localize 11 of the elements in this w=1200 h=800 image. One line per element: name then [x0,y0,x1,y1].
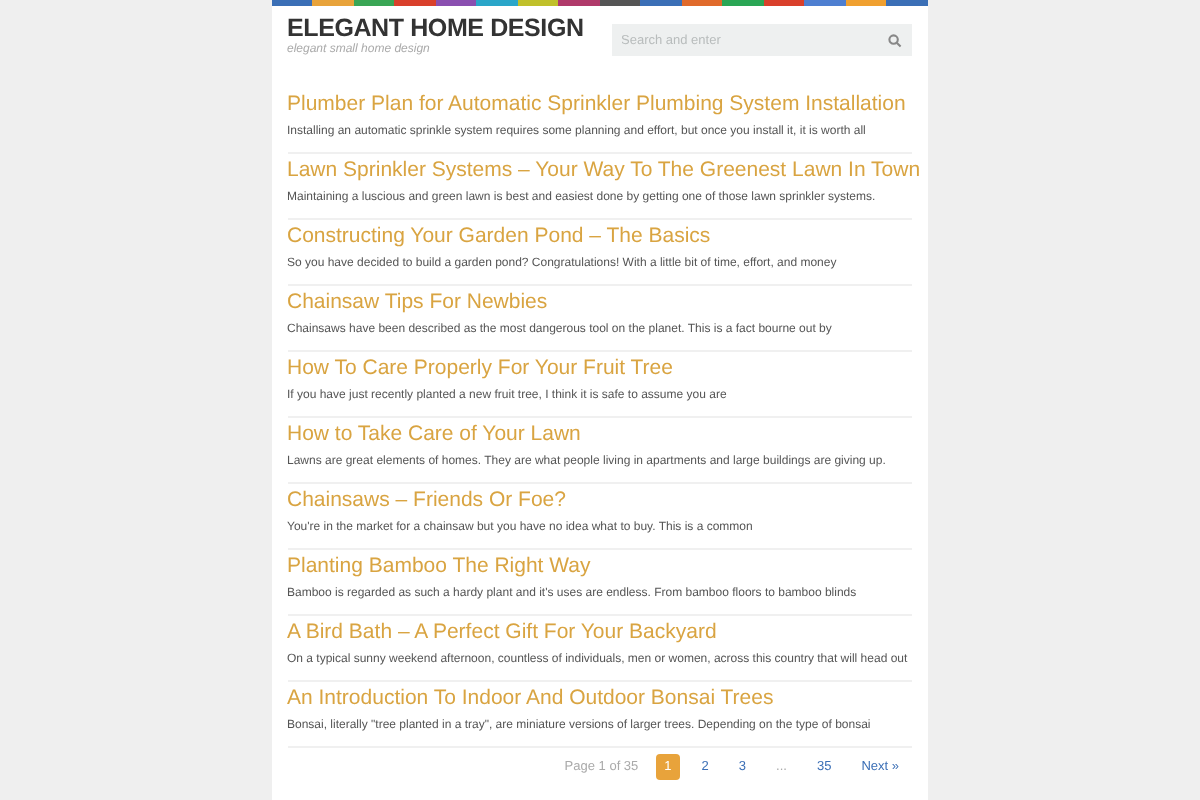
post-title-link[interactable]: Planting Bamboo The Right Way [287,552,911,582]
post-title-link[interactable]: How to Take Care of Your Lawn [287,420,911,450]
post-title-link[interactable]: Constructing Your Garden Pond – The Basics [287,222,911,252]
post-title-link[interactable]: An Introduction To Indoor And Outdoor Bonsai Trees [287,684,911,714]
post-title-link[interactable]: Chainsaw Tips For Newbies [287,288,911,318]
post-title-link[interactable]: How To Care Properly For Your Fruit Tree [287,354,911,384]
post-title-link[interactable]: Chainsaws – Friends Or Foe? [287,486,911,516]
search-icon[interactable] [887,33,901,47]
site-title[interactable]: ELEGANT HOME DESIGN [287,14,584,42]
post-title-link[interactable]: A Bird Bath – A Perfect Gift For Your Backyard [287,618,911,648]
post-title-link[interactable]: Plumber Plan for Automatic Sprinkler Plumbing System Installation [287,90,911,120]
